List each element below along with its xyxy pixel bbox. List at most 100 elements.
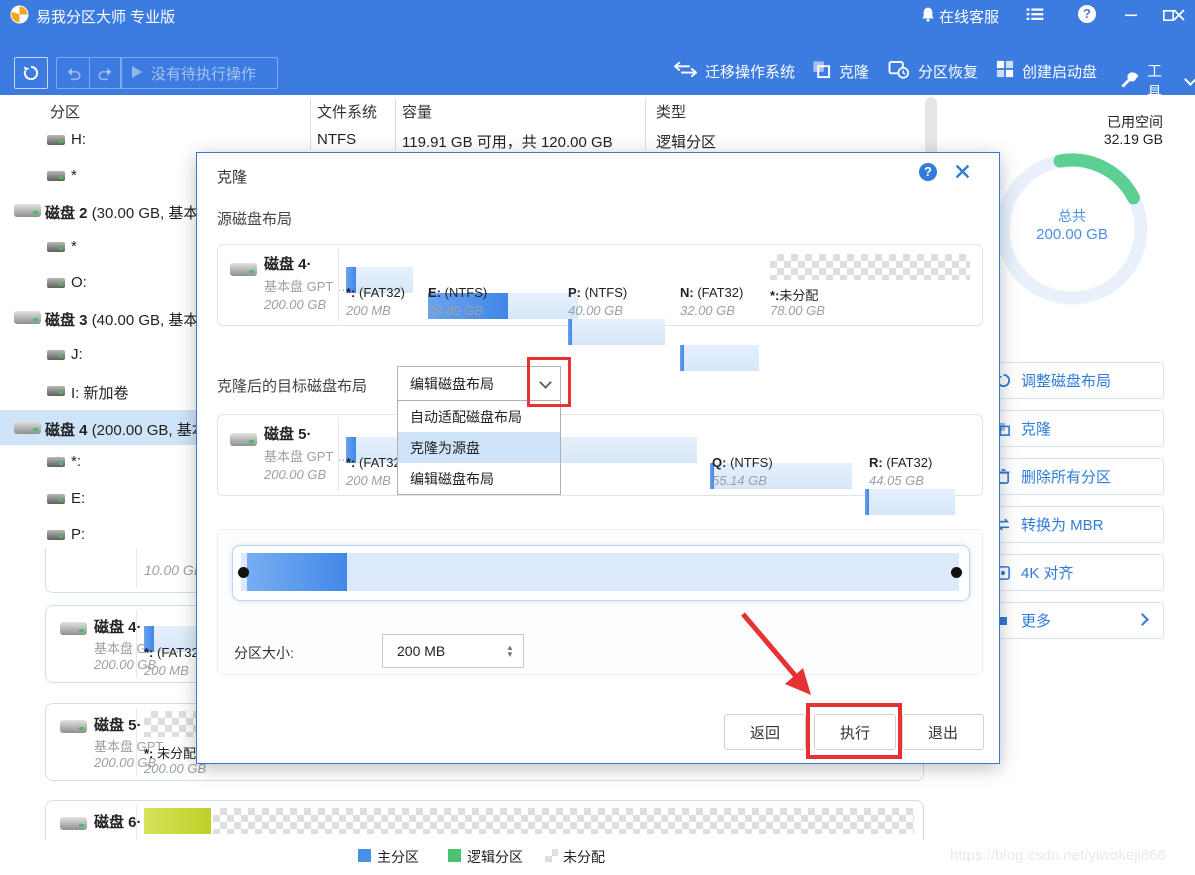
sidebar-button-delete-all[interactable]: 删除所有分区: [980, 458, 1164, 495]
disk-card-name: 磁盘 5·: [94, 714, 142, 735]
disk-icon: [60, 817, 87, 830]
tree-row-label: O:: [71, 274, 87, 291]
partition-size-value: 200 MB: [383, 643, 497, 659]
source-partition-label: N: (FAT32): [680, 285, 743, 300]
slider-filled-segment: [247, 553, 347, 591]
minimize-button[interactable]: [1118, 5, 1144, 25]
sidebar-button-label: 克隆: [1021, 418, 1051, 439]
sidebar-button-adjust-layout[interactable]: 调整磁盘布局: [980, 362, 1164, 399]
disk-icon: [230, 433, 257, 446]
back-button[interactable]: 返回: [724, 714, 806, 750]
pending-operations-button[interactable]: 没有待执行操作: [120, 57, 278, 89]
source-partition-bar[interactable]: [568, 319, 665, 345]
sidebar-button-more[interactable]: 更多: [980, 602, 1164, 639]
partition-icon: [47, 171, 65, 181]
target-partition-label: Q: (NTFS): [712, 455, 773, 470]
partition-recovery-button[interactable]: 分区恢复: [888, 60, 978, 83]
migrate-os-label: 迁移操作系统: [705, 61, 795, 82]
sidebar-button-convert-mbr[interactable]: 转换为 MBR: [980, 506, 1164, 543]
partition-label: *: 未分配: [144, 743, 196, 762]
create-boot-disk-button[interactable]: 创建启动盘: [996, 60, 1097, 82]
tree-row-label: *: [71, 167, 77, 184]
pending-operations-label: 没有待执行操作: [151, 63, 256, 84]
legend-bar: 主分区 逻辑分区 未分配: [0, 840, 937, 875]
exit-button[interactable]: 退出: [902, 714, 984, 750]
source-partition-label: E: (NTFS): [428, 285, 487, 300]
row-capacity: 119.91 GB 可用，共 120.00 GB: [402, 131, 613, 152]
dropdown-item-clone-as-source[interactable]: 克隆为源盘: [398, 432, 560, 463]
tree-row-label: *:: [71, 453, 81, 470]
card-divider: [136, 548, 137, 588]
card-divider: [338, 249, 339, 321]
source-partition-bar[interactable]: [680, 345, 759, 371]
source-disk-card: 磁盘 4· 基本盘 GPT … 200.00 GB *: (FAT32) 200…: [217, 244, 983, 326]
target-disk-card: 磁盘 5· 基本盘 GPT … 200.00 GB *: (FAT32 200 …: [217, 414, 983, 496]
tree-row-label: P:: [71, 526, 85, 543]
chevron-right-icon: [1136, 613, 1149, 626]
tools-wrench-icon: [1120, 70, 1139, 93]
annotation-box-combobox-arrow: [527, 357, 571, 407]
operation-list-icon[interactable]: [1026, 8, 1044, 24]
partition-icon: [47, 457, 65, 467]
tree-row-label: 磁盘 4 (200.00 GB, 基本: [45, 419, 207, 440]
card-divider: [338, 419, 339, 491]
disk-icon: [60, 720, 87, 733]
column-header-capacity[interactable]: 容量: [402, 101, 432, 122]
clone-toolbar-button[interactable]: 克隆: [812, 60, 869, 83]
column-header-type[interactable]: 类型: [656, 101, 686, 122]
target-partition-size: 200 MB: [346, 473, 391, 488]
partition-size-spinner[interactable]: 200 MB ▲▼: [382, 634, 524, 668]
help-icon[interactable]: ?: [1078, 5, 1096, 23]
migrate-os-button[interactable]: 迁移操作系统: [674, 61, 795, 82]
target-partition-bar[interactable]: [865, 489, 955, 515]
slider-left-handle[interactable]: [238, 567, 249, 578]
disk-icon: [14, 204, 41, 217]
target-disk-name: 磁盘 5·: [264, 423, 312, 444]
disk-icon: [60, 622, 87, 635]
close-button[interactable]: [1166, 5, 1192, 25]
disk-icon: [14, 311, 41, 324]
dialog-close-icon[interactable]: [955, 164, 970, 182]
partition-bar-unallocated[interactable]: [213, 808, 914, 834]
target-disk-meta: 基本盘 GPT …: [264, 446, 350, 465]
slider-right-handle[interactable]: [951, 567, 962, 578]
bell-icon: [921, 6, 935, 23]
redo-button[interactable]: [90, 58, 121, 88]
sidebar-button-4k-align[interactable]: 4K 对齐: [980, 554, 1164, 591]
column-header-filesystem[interactable]: 文件系统: [317, 101, 377, 122]
partition-icon: [47, 530, 65, 540]
partition-slider[interactable]: [232, 545, 970, 601]
partition-icon: [47, 350, 65, 360]
tree-row-label: E:: [71, 490, 85, 507]
partition-recovery-label: 分区恢复: [918, 61, 978, 82]
dialog-title: 克隆: [217, 166, 247, 187]
refresh-button[interactable]: [14, 57, 48, 89]
partition-bar-logical[interactable]: [144, 808, 211, 834]
column-header-partition[interactable]: 分区: [50, 101, 80, 122]
tree-row-label: I: 新加卷: [71, 382, 129, 403]
sidebar-button-label: 删除所有分区: [1021, 466, 1111, 487]
online-service-button[interactable]: 在线客服: [939, 6, 999, 27]
slider-track[interactable]: [241, 553, 959, 591]
sidebar-button-label: 4K 对齐: [1021, 562, 1074, 583]
layout-mode-dropdown: 自动适配磁盘布局 克隆为源盘 编辑磁盘布局: [397, 400, 561, 495]
legend-logical-label: 逻辑分区: [467, 847, 523, 867]
undo-button[interactable]: [57, 58, 90, 88]
target-disk-size: 200.00 GB: [264, 467, 326, 482]
dialog-help-icon[interactable]: ?: [919, 163, 937, 181]
source-partition-bar-unallocated[interactable]: [770, 254, 970, 280]
annotation-box-execute-button: [806, 703, 902, 759]
sidebar-button-clone[interactable]: 克隆: [980, 410, 1164, 447]
source-partition-label: *: (FAT32): [346, 285, 405, 300]
target-partition-size: 44.05 GB: [869, 473, 924, 488]
dropdown-item-edit-layout[interactable]: 编辑磁盘布局: [398, 463, 560, 494]
card-divider: [136, 708, 137, 776]
partition-icon: [47, 242, 65, 252]
spinner-arrows-icon[interactable]: ▲▼: [497, 644, 523, 658]
disk-card-name: 磁盘 4·: [94, 616, 142, 637]
disk-usage-donut-chart: 总共 200.00 GB: [993, 150, 1151, 308]
partition-label: *: (FAT32: [144, 645, 199, 660]
clone-icon: [812, 60, 831, 83]
tree-row-label: 磁盘 2 (30.00 GB, 基本盘: [45, 202, 213, 223]
combobox-value: 编辑磁盘布局: [398, 374, 529, 394]
